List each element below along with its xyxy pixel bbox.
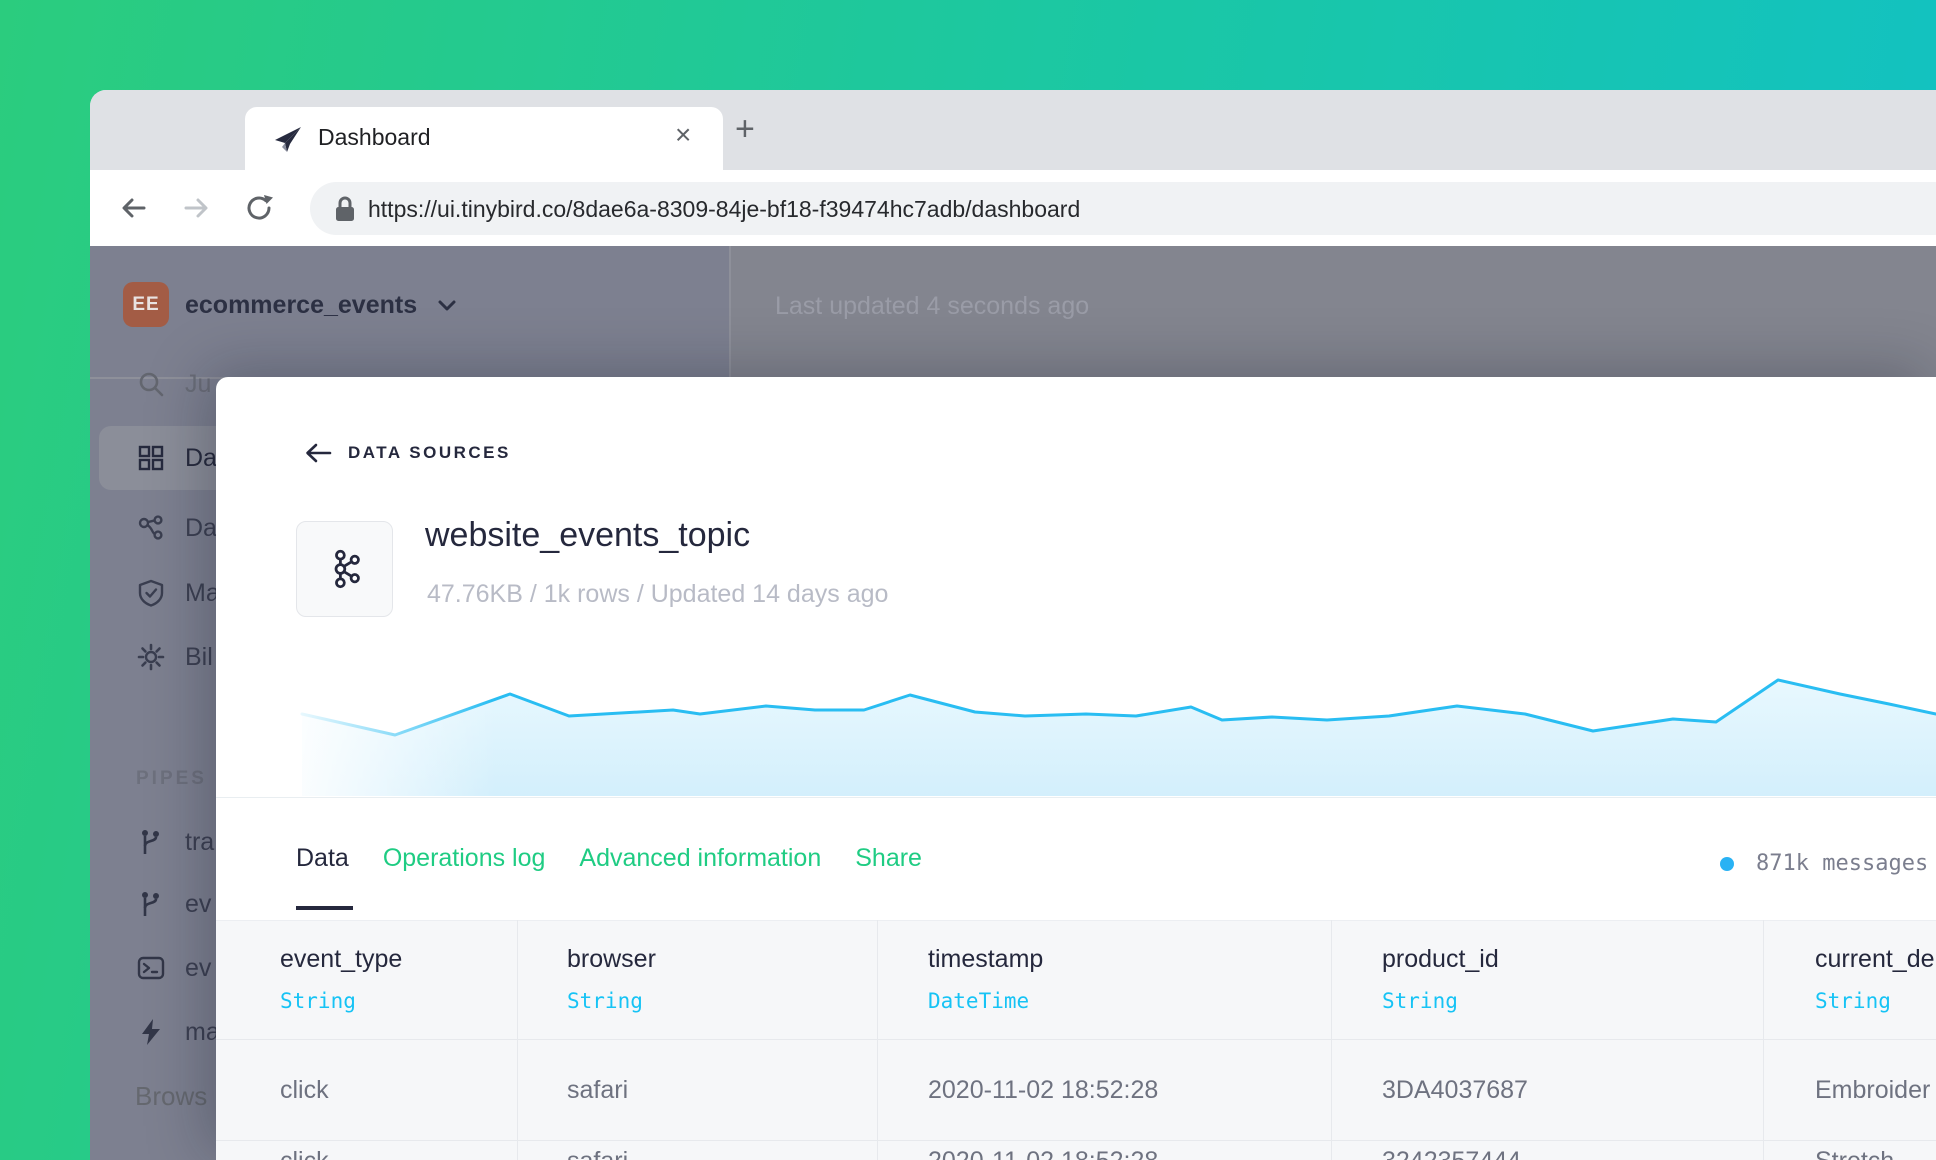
kafka-icon — [334, 549, 360, 589]
workspace-name[interactable]: ecommerce_events — [185, 291, 417, 320]
shield-icon — [138, 579, 164, 607]
table-header-row: event_type String browser String timestamp Da… — [216, 920, 1936, 1040]
sparkline-baseline — [216, 797, 1936, 798]
sidebar-item-managing[interactable]: Ma — [136, 573, 220, 613]
browser-tab[interactable]: Dashboard × — [245, 107, 723, 170]
column-header-name: current_de — [1815, 945, 1935, 973]
pipe-item-4[interactable]: ma — [136, 1012, 220, 1052]
tab-operations-log[interactable]: Operations log — [383, 844, 546, 873]
table-row: click safari 2020-11-02 18:52:28 3DA4037687… — [216, 1040, 1936, 1140]
url-bar[interactable]: https://ui.tinybird.co/8dae6a-8309-84je-… — [310, 182, 1936, 235]
data-source-modal: DATA SOURCES website_events_topic 47.76K… — [216, 377, 1936, 1160]
reload-icon[interactable] — [242, 191, 276, 225]
grid-icon — [138, 445, 164, 471]
tab-share[interactable]: Share — [855, 844, 922, 873]
pipes-section-label: PIPES — [136, 768, 207, 789]
active-tab-underline — [296, 906, 353, 910]
sidebar-footer-label[interactable]: Brows — [135, 1081, 207, 1112]
column-header-name: product_id — [1382, 945, 1499, 973]
sidebar-item-label: Bil — [185, 642, 213, 671]
table-cell: click — [280, 1076, 329, 1104]
table-cell: 3242357444 — [1382, 1147, 1521, 1160]
column-header-type: String — [1815, 989, 1891, 1013]
tab-title: Dashboard — [318, 124, 431, 150]
table-cell: Stretch — [1815, 1147, 1894, 1160]
screen: Dashboard × + https://ui.tinybird.co/8da… — [0, 0, 1936, 1160]
pipe-item-label: tra — [185, 827, 215, 856]
table-cell: 3DA4037687 — [1382, 1076, 1528, 1104]
search-icon — [139, 372, 164, 397]
back-to-data-sources[interactable]: DATA SOURCES — [304, 441, 511, 465]
sparkline-left-fade — [216, 660, 496, 798]
chevron-down-icon[interactable] — [435, 296, 459, 316]
column-divider — [517, 920, 518, 1160]
pipe-item-1[interactable]: tra — [136, 822, 214, 862]
column-header-type: String — [280, 989, 356, 1013]
bolt-icon — [142, 1019, 160, 1045]
table-cell: safari — [567, 1147, 628, 1160]
pipe-item-label: ev — [185, 889, 212, 918]
new-tab-button[interactable]: + — [735, 112, 755, 146]
column-header-name: event_type — [280, 945, 403, 973]
column-header-name: browser — [567, 945, 656, 973]
sidebar-item-billing[interactable]: Bil — [136, 637, 213, 677]
messages-count: 871k messages — [1756, 851, 1929, 876]
pipe-item-label: ma — [185, 1017, 220, 1046]
column-header-type: String — [567, 989, 643, 1013]
table-cell: 2020-11-02 18:52:28 — [928, 1076, 1159, 1104]
column-divider — [1331, 920, 1332, 1160]
sidebar-item-label: Da — [185, 443, 217, 472]
branch-icon — [142, 892, 159, 916]
datasource-icon-box — [296, 521, 393, 617]
flow-icon — [138, 515, 163, 540]
terminal-icon — [137, 956, 165, 980]
tinybird-favicon — [275, 127, 301, 152]
browser-tab-strip: Dashboard × + — [90, 90, 1936, 234]
branch-icon — [142, 830, 159, 854]
sidebar-item-label: Ju — [185, 369, 212, 398]
table-cell: safari — [567, 1076, 629, 1104]
column-header-name: timestamp — [928, 945, 1044, 973]
pipe-item-3[interactable]: ev — [136, 948, 211, 988]
column-divider — [877, 920, 878, 1160]
tab-advanced-information[interactable]: Advanced information — [579, 844, 821, 873]
pipe-item-label: ev — [185, 953, 212, 982]
sidebar-item-jump[interactable]: Ju — [136, 364, 211, 404]
sidebar-item-data-flow[interactable]: Da — [136, 508, 217, 548]
header-vertical-divider — [729, 246, 731, 378]
messages-badge: 871k messages — [1720, 851, 1928, 876]
forward-icon[interactable] — [180, 192, 212, 224]
detail-tabs: Data Operations log Advanced information… — [296, 844, 922, 873]
sidebar-item-label: Da — [185, 513, 217, 542]
lock-icon — [336, 196, 354, 221]
table-cell: 2020-11-02 18:52:28 — [928, 1147, 1158, 1160]
table-cell: Embroider — [1815, 1076, 1931, 1104]
workspace-avatar[interactable]: EE — [123, 282, 169, 327]
sidebar-item-data-sources[interactable]: Da — [136, 438, 217, 478]
arrow-left-icon — [306, 443, 332, 463]
datasource-meta: 47.76KB / 1k rows / Updated 14 days ago — [427, 580, 889, 608]
messages-dot-icon — [1720, 856, 1734, 871]
table-row: click safari 2020-11-02 18:52:28 3242357444… — [216, 1140, 1936, 1160]
url-text: https://ui.tinybird.co/8dae6a-8309-84je-… — [368, 196, 1081, 222]
tab-close-icon[interactable]: × — [675, 121, 691, 149]
column-header-type: String — [1382, 989, 1458, 1013]
gear-icon — [137, 643, 165, 671]
browser-toolbar: https://ui.tinybird.co/8dae6a-8309-84je-… — [90, 170, 1936, 246]
last-updated-text: Last updated 4 seconds ago — [775, 292, 1090, 320]
column-divider — [1763, 920, 1764, 1160]
back-icon[interactable] — [118, 192, 150, 224]
sidebar-item-label: Ma — [185, 578, 220, 607]
table-cell: click — [280, 1147, 329, 1160]
tab-data[interactable]: Data — [296, 844, 349, 873]
back-label: DATA SOURCES — [348, 443, 511, 462]
column-header-type: DateTime — [928, 989, 1030, 1013]
datasource-title: website_events_topic — [425, 516, 751, 554]
pipe-item-2[interactable]: ev — [136, 884, 211, 924]
